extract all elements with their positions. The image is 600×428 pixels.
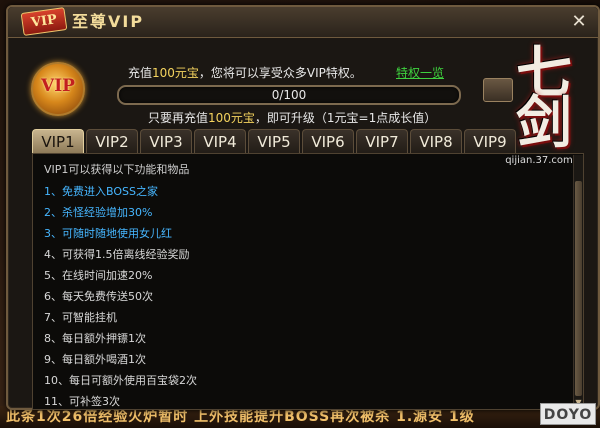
upgrade-suffix: ，即可升级（1元宝=1点成长值） <box>254 111 437 125</box>
dialog-title: 至尊VIP <box>72 12 145 31</box>
list-item: 11、可补签3次 <box>44 395 120 408</box>
list-item: 10、每日可额外使用百宝袋2次 <box>44 374 197 387</box>
list-item: 3、可随时随地使用女儿红 <box>44 227 172 240</box>
list-item: 2、杀怪经验增加30% <box>44 206 153 219</box>
upgrade-info: 只要再充值100元宝，即可升级（1元宝=1点成长值） <box>148 109 436 127</box>
tab-vip2[interactable]: VIP2 <box>86 129 138 153</box>
game-logo: 七剑 qijian.37.com <box>488 26 588 171</box>
list-item: 6、每天免费传送50次 <box>44 290 153 303</box>
vip-badge-icon: VIP <box>20 7 68 36</box>
vip-level-tabs: VIP1 VIP2 VIP3 VIP4 VIP5 VIP6 VIP7 VIP8 VIP9 <box>32 129 520 153</box>
tab-vip1[interactable]: VIP1 <box>32 129 84 153</box>
logo-text: 七剑 <box>516 40 572 156</box>
vip-emblem-label: VIP <box>41 76 75 96</box>
list-item: 9、每日额外喝酒1次 <box>44 353 146 366</box>
list-item: 7、可智能挂机 <box>44 311 117 324</box>
scrollbar-thumb[interactable] <box>575 181 582 396</box>
progress-text: 0/100 <box>271 88 307 102</box>
tab-vip8[interactable]: VIP8 <box>410 129 462 153</box>
tab-vip3[interactable]: VIP3 <box>140 129 192 153</box>
recharge-prefix: 充值 <box>128 66 153 80</box>
logo-url: qijian.37.com <box>505 155 573 166</box>
tab-vip7[interactable]: VIP7 <box>356 129 408 153</box>
benefit-list-title: VIP1可以获得以下功能和物品 <box>44 163 190 176</box>
list-item: 4、可获得1.5倍离线经验奖励 <box>44 248 190 261</box>
recharge-suffix: ，您将可以享受众多VIP特权。 <box>198 66 362 80</box>
growth-progress-bar: 0/100 <box>117 85 461 105</box>
list-item: 1、免费进入BOSS之家 <box>44 185 158 198</box>
privilege-overview-link[interactable]: 特权一览 <box>396 64 444 82</box>
upgrade-prefix: 只要再充值 <box>148 111 209 125</box>
vip-emblem-icon: VIP <box>31 62 85 116</box>
upgrade-amount: 100元宝 <box>208 111 255 125</box>
recharge-amount: 100元宝 <box>152 66 199 80</box>
watermark: DOYO <box>540 403 596 425</box>
benefit-list-panel: VIP1可以获得以下功能和物品 1、免费进入BOSS之家 2、杀怪经验增加30% 3… <box>32 153 584 410</box>
tab-vip5[interactable]: VIP5 <box>248 129 300 153</box>
tab-vip4[interactable]: VIP4 <box>194 129 246 153</box>
recharge-info: 充值100元宝，您将可以享受众多VIP特权。 <box>128 64 362 82</box>
list-item: 8、每日额外押镖1次 <box>44 332 146 345</box>
scrollbar[interactable]: ▼ <box>573 155 583 408</box>
tab-vip6[interactable]: VIP6 <box>302 129 354 153</box>
list-item: 5、在线时间加速20% <box>44 269 153 282</box>
